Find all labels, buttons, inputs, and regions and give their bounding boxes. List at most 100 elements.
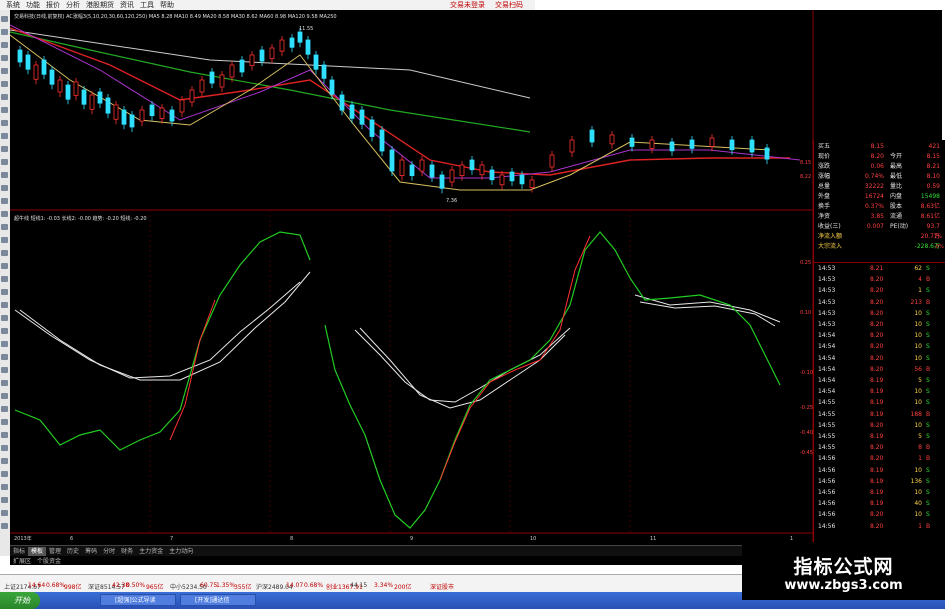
- toolbar-tool-icon[interactable]: [1, 523, 8, 529]
- candle-body: [209, 71, 215, 84]
- toolbar-tool-icon[interactable]: [1, 172, 8, 178]
- tick-volume: 10: [914, 332, 922, 340]
- bottom-tab2-1[interactable]: 个股资金: [34, 557, 64, 567]
- toolbar-tool-icon[interactable]: [1, 68, 8, 74]
- tick-direction: S: [926, 500, 930, 508]
- tick-direction: S: [926, 388, 930, 396]
- tick-row: 14:53 8.20 10 S: [814, 309, 942, 318]
- toolbar-tool-icon[interactable]: [1, 315, 8, 321]
- indicator-axis-label: 0.25: [800, 260, 812, 266]
- tick-time: 14:56: [818, 489, 836, 496]
- toolbar-tool-icon[interactable]: [1, 211, 8, 217]
- quote-row: 现价 8.20 今开 8.15: [818, 152, 940, 161]
- candle-body: [589, 129, 595, 143]
- toolbar-tool-icon[interactable]: [1, 510, 8, 516]
- toolbar-tool-icon[interactable]: [1, 354, 8, 360]
- menu-item-4[interactable]: 港股期货: [86, 0, 114, 10]
- toolbar-tool-icon[interactable]: [1, 263, 8, 269]
- tick-direction: S: [926, 321, 930, 328]
- toolbar-tool-icon[interactable]: [1, 289, 8, 295]
- tick-direction: B: [926, 444, 931, 452]
- tick-price: 8.20: [870, 276, 884, 284]
- toolbar-tool-icon[interactable]: [1, 237, 8, 243]
- toolbar-tool-icon[interactable]: [1, 276, 8, 282]
- candle-body: [369, 119, 375, 137]
- taskbar-item-0[interactable]: [超强]公式导读: [100, 594, 176, 606]
- tick-time: 14:56: [818, 477, 836, 485]
- menu-item-5[interactable]: 资讯: [120, 0, 134, 10]
- toolbar-tool-icon[interactable]: [1, 393, 8, 399]
- toolbar-tool-icon[interactable]: [1, 341, 8, 347]
- toolbar-tool-icon[interactable]: [1, 484, 8, 490]
- toolbar-tool-icon[interactable]: [1, 185, 8, 191]
- chart-area[interactable]: 交易科技(日线,前复权) AC涨幅3(5,10,20,30,60,120,250…: [9, 10, 942, 556]
- toolbar-tool-icon[interactable]: [1, 406, 8, 412]
- quote-value: 0.06: [870, 163, 884, 170]
- quote-key: 现价: [818, 153, 831, 160]
- candle-body: [479, 164, 485, 176]
- candle-body: [17, 49, 23, 63]
- toolbar-tool-icon[interactable]: [1, 42, 8, 48]
- toolbar-tool-icon[interactable]: [1, 250, 8, 256]
- candle-body: [449, 169, 455, 183]
- toolbar-tool-icon[interactable]: [1, 29, 8, 35]
- candle-body: [159, 107, 165, 120]
- tick-time: 14:53: [818, 309, 836, 317]
- quote-key-2: 最低: [890, 173, 903, 180]
- toolbar-tool-icon[interactable]: [1, 107, 8, 113]
- toolbar-tool-icon[interactable]: [1, 198, 8, 204]
- quote-value: 0.37%: [864, 203, 884, 210]
- menu-item-0[interactable]: 系统: [6, 0, 20, 10]
- quote-value: 0.007: [866, 223, 884, 230]
- menu-right-item-0[interactable]: 交易未登录: [450, 0, 485, 10]
- quote-value-2: 8.15: [926, 153, 940, 160]
- toolbar-tool-icon[interactable]: [1, 94, 8, 100]
- tick-direction: B: [926, 276, 931, 284]
- toolbar-tool-icon[interactable]: [1, 458, 8, 464]
- menu-item-3[interactable]: 分析: [66, 0, 80, 10]
- toolbar-tool-icon[interactable]: [1, 419, 8, 425]
- menu-item-7[interactable]: 帮助: [160, 0, 174, 10]
- quote-key-2: 流通: [890, 213, 903, 220]
- candle-body: [65, 84, 71, 100]
- toolbar-tool-icon[interactable]: [1, 471, 8, 477]
- candle-body: [529, 179, 535, 188]
- tick-direction: S: [926, 489, 930, 496]
- quote-row: 涨跌 0.06 最高 8.21: [818, 162, 940, 171]
- start-button[interactable]: 开始: [0, 592, 40, 609]
- tick-price: 8.19: [870, 399, 884, 407]
- menu-item-2[interactable]: 报价: [46, 0, 60, 10]
- toolbar-tool-icon[interactable]: [1, 380, 8, 386]
- tick-row: 14:53 8.20 1 S: [814, 286, 942, 295]
- date-axis-label: 2013年: [14, 536, 32, 542]
- bottom-tab2-0[interactable]: 扩展区: [10, 557, 34, 567]
- toolbar-tool-icon[interactable]: [1, 432, 8, 438]
- toolbar-tool-icon[interactable]: [1, 302, 8, 308]
- toolbar-tool-icon[interactable]: [1, 16, 8, 22]
- quote-row: 净资 3.85 流通 8.61亿: [818, 212, 940, 221]
- toolbar-tool-icon[interactable]: [1, 497, 8, 503]
- toolbar-tool-icon[interactable]: [1, 55, 8, 61]
- menu-item-6[interactable]: 工具: [140, 0, 154, 10]
- toolbar-tool-icon[interactable]: [1, 81, 8, 87]
- toolbar-tool-icon[interactable]: [1, 328, 8, 334]
- tick-row: 14:56 8.20 1 B: [814, 522, 942, 531]
- quote-key-2: 股本: [890, 203, 903, 210]
- toolbar-tool-icon[interactable]: [1, 120, 8, 126]
- status-segment: 355亿: [234, 584, 252, 591]
- toolbar-tool-icon[interactable]: [1, 445, 8, 451]
- taskbar-item-1[interactable]: [开发]通达信: [180, 594, 256, 606]
- toolbar-tool-icon[interactable]: [1, 146, 8, 152]
- menu-right-item-1[interactable]: 交易扫码: [495, 0, 523, 10]
- main-chart-legend: 交易科技(日线,前复权) AC涨幅3(5,10,20,30,60,120,250…: [14, 14, 337, 20]
- toolbar-tool-icon[interactable]: [1, 159, 8, 165]
- toolbar-tool-icon[interactable]: [1, 367, 8, 373]
- quote-row: 买五 8.15 421: [818, 142, 940, 151]
- candle-body: [399, 159, 405, 177]
- quote-panel: 买五 8.15 421 现价 8.20 今开 8.15 涨跌 0.06 最高 8.21 涨幅 0.74%…: [813, 140, 945, 545]
- tick-direction: S: [926, 354, 930, 362]
- menu-item-1[interactable]: 功能: [26, 0, 40, 10]
- toolbar-tool-icon[interactable]: [1, 133, 8, 139]
- quote-key: 大宗流入: [818, 243, 843, 250]
- toolbar-tool-icon[interactable]: [1, 224, 8, 230]
